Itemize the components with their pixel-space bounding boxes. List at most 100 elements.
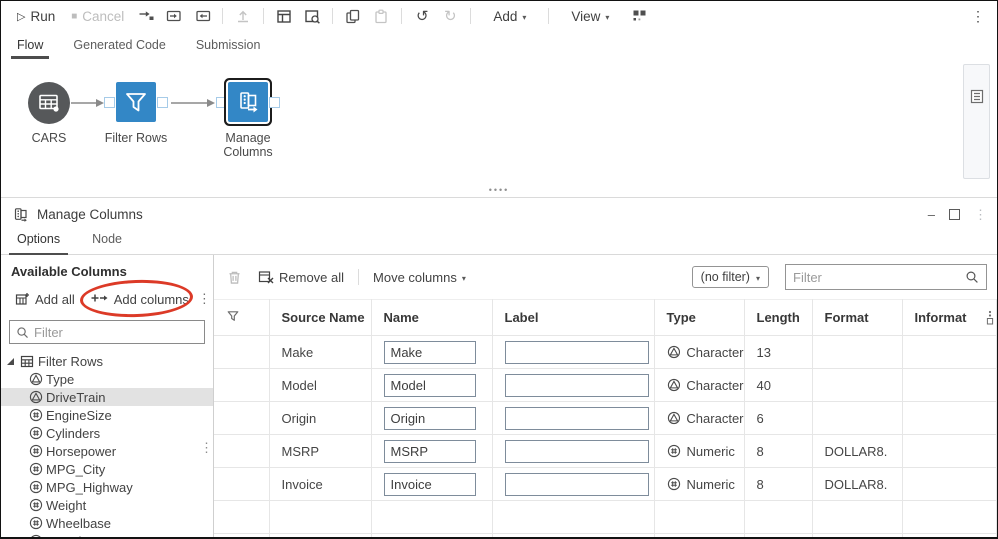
available-columns-toolbar: Add all Add columns ⋮	[1, 278, 214, 319]
tree-item[interactable]: Type	[1, 370, 213, 388]
output-port[interactable]	[157, 97, 168, 108]
arrange-nodes-button[interactable]	[627, 5, 651, 27]
copy-button[interactable]	[341, 5, 365, 27]
columns-filter-input[interactable]	[793, 269, 960, 285]
main-toolbar: ▷ Run ■ Cancel ↺ ↻ Add ▾ View ▾ ⋮	[1, 1, 997, 31]
add-all-button[interactable]: Add all	[9, 289, 81, 310]
node-manage-columns[interactable]	[228, 82, 268, 122]
manage-columns-icon	[240, 92, 258, 113]
label-input[interactable]	[504, 406, 649, 430]
name-input[interactable]	[383, 373, 476, 397]
label-input[interactable]	[504, 472, 649, 496]
node-cars-table[interactable]	[28, 82, 70, 124]
remove-all-label: Remove all	[279, 269, 345, 285]
informat-cell	[902, 335, 997, 369]
header-informat[interactable]: Informat	[902, 299, 997, 336]
maximize-icon[interactable]	[949, 209, 960, 220]
cancel-button[interactable]: ■ Cancel	[65, 7, 130, 26]
input-port[interactable]	[104, 97, 115, 108]
tree-item-label: Type	[46, 371, 75, 387]
source-name-cell: MSRP	[269, 434, 372, 468]
tab-generated-code[interactable]: Generated Code	[71, 34, 167, 59]
run-selected-node-button[interactable]	[190, 5, 214, 27]
header-name[interactable]: Name	[371, 299, 493, 336]
tree-item[interactable]: Length	[1, 532, 213, 538]
header-type[interactable]: Type	[654, 299, 745, 336]
panel-title: Manage Columns	[37, 207, 143, 222]
selected-columns-area: Remove all Move columns ▾ (no filter) ▾	[214, 255, 997, 537]
panel-more-options-button[interactable]: ⋮	[974, 207, 987, 223]
paste-button[interactable]	[369, 5, 393, 27]
tree-item[interactable]: Weight	[1, 496, 213, 514]
add-dropdown-button[interactable]: Add ▾	[487, 7, 532, 26]
tree-item[interactable]: Cylinders	[1, 424, 213, 442]
numeric-type-icon	[667, 444, 680, 458]
header-source-name[interactable]: Source Name	[269, 299, 372, 336]
name-input[interactable]	[383, 340, 476, 364]
tree-root-filter-rows[interactable]: Filter Rows	[1, 352, 213, 370]
tab-options[interactable]: Options	[8, 231, 69, 255]
show-table-button[interactable]	[272, 5, 296, 27]
add-columns-button[interactable]: Add columns	[85, 289, 195, 310]
input-port[interactable]	[216, 97, 227, 108]
paste-icon	[375, 9, 387, 23]
node-filter-rows[interactable]	[116, 82, 156, 122]
tree-item-label: Length	[46, 534, 86, 538]
available-columns-title: Available Columns	[11, 264, 127, 279]
label-input[interactable]	[504, 340, 649, 364]
tree-item[interactable]: EngineSize	[1, 406, 213, 424]
filter-column-header[interactable]	[214, 299, 270, 336]
tab-flow[interactable]: Flow	[10, 34, 50, 59]
tab-node[interactable]: Node	[90, 231, 124, 254]
header-label[interactable]: Label	[492, 299, 655, 336]
header-length[interactable]: Length	[744, 299, 813, 336]
redo-button[interactable]: ↻	[438, 5, 462, 27]
label-input[interactable]	[504, 373, 649, 397]
remove-all-button[interactable]: Remove all	[252, 267, 350, 288]
tab-submission[interactable]: Submission	[194, 34, 263, 59]
panel-divider-handle[interactable]: ⋮	[200, 441, 213, 454]
name-input[interactable]	[383, 472, 476, 496]
filter-preset-label: (no filter)	[700, 270, 750, 284]
output-port[interactable]	[269, 97, 280, 108]
tree-item[interactable]: MPG_Highway	[1, 478, 213, 496]
run-button[interactable]: ▷ Run	[11, 7, 61, 26]
run-from-selected-node-button[interactable]	[134, 5, 158, 27]
flow-canvas[interactable]: CARS Filter Rows Manage Columns	[1, 59, 997, 187]
table-row[interactable]: MSRP Numeric 8 DOLLAR8.	[214, 434, 997, 468]
tree-item[interactable]: MPG_City	[1, 460, 213, 478]
table-row[interactable]: Invoice Numeric 8 DOLLAR8.	[214, 467, 997, 501]
undo-button[interactable]: ↺	[410, 5, 434, 27]
name-input[interactable]	[383, 406, 476, 430]
panel-resize-handle[interactable]: ••••	[1, 186, 997, 198]
toolbar-more-options-button[interactable]: ⋮	[967, 8, 989, 25]
tree-item[interactable]: Wheelbase	[1, 514, 213, 532]
collapse-caret-icon[interactable]	[7, 357, 14, 365]
name-input[interactable]	[383, 439, 476, 463]
header-format[interactable]: Format	[812, 299, 903, 336]
table-row[interactable]: Make Character 13	[214, 335, 997, 369]
tree-item[interactable]: Horsepower	[1, 442, 213, 460]
move-columns-dropdown[interactable]: Move columns ▾	[367, 267, 472, 288]
search-icon	[966, 271, 978, 283]
minimize-icon[interactable]: –	[928, 208, 935, 221]
submit-button[interactable]	[231, 5, 255, 27]
tree-item-selected[interactable]: DriveTrain	[1, 388, 213, 406]
delete-column-button[interactable]	[222, 266, 246, 288]
preview-data-button[interactable]	[300, 5, 324, 27]
numeric-type-icon	[29, 498, 43, 512]
table-row[interactable]: Model Character 40	[214, 368, 997, 402]
type-cell: Numeric	[686, 476, 735, 492]
filter-preset-dropdown[interactable]: (no filter) ▾	[691, 266, 769, 288]
view-dropdown-button[interactable]: View ▾	[565, 7, 615, 26]
available-filter-input[interactable]	[34, 324, 198, 340]
available-columns-more-button[interactable]: ⋮	[195, 291, 214, 307]
table-row[interactable]: Origin Character 6	[214, 401, 997, 435]
run-to-selected-node-button[interactable]	[162, 5, 186, 27]
columns-table: Source Name Name Label Type Length Forma…	[214, 299, 997, 537]
available-columns-panel: Available Columns Add all Add columns ⋮ …	[1, 255, 214, 537]
table-scroll-indicator-icon[interactable]	[986, 310, 994, 326]
search-icon	[17, 326, 28, 338]
properties-list-icon[interactable]	[969, 89, 985, 104]
label-input[interactable]	[504, 439, 649, 463]
